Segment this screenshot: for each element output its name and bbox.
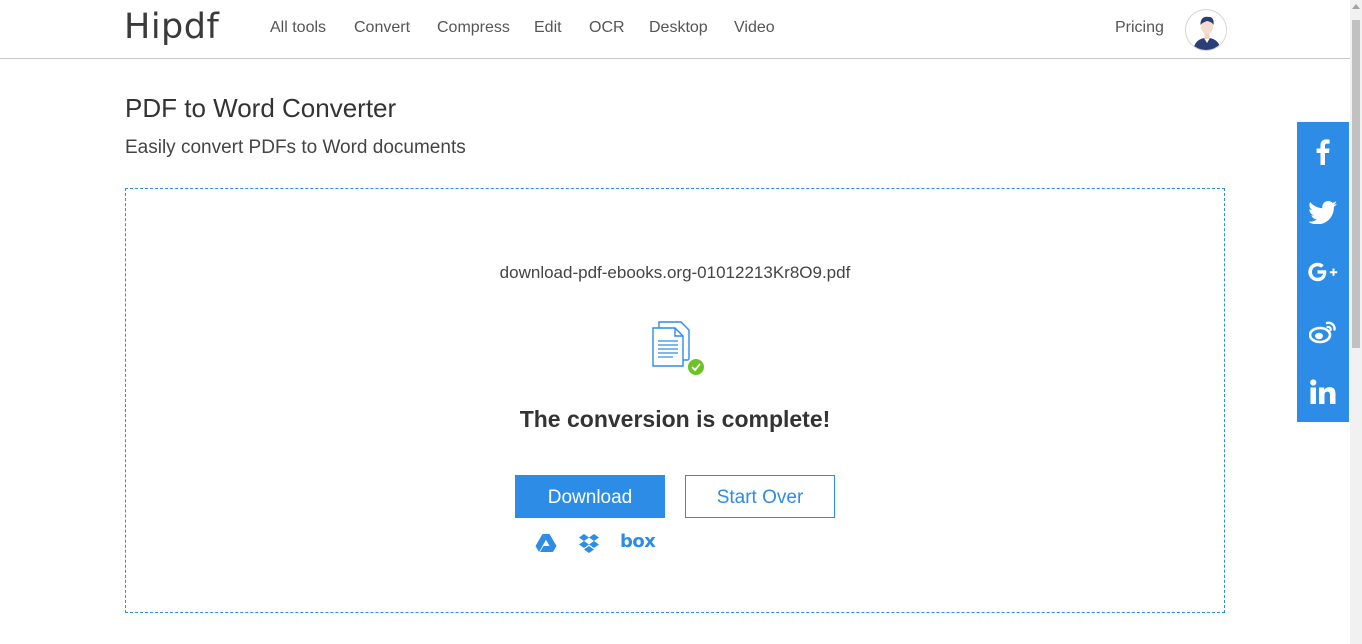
user-avatar-icon[interactable] <box>1185 9 1227 51</box>
file-name: download-pdf-ebooks.org-01012213Kr8O9.pd… <box>499 263 851 282</box>
completion-message: The conversion is complete! <box>519 406 831 432</box>
top-header: Hipdf All tools Convert Compress Edit OC… <box>0 0 1350 59</box>
page-scrollbar[interactable] <box>1350 0 1362 644</box>
page-subtitle: Easily convert PDFs to Word documents <box>125 137 466 158</box>
twitter-icon[interactable] <box>1297 182 1349 242</box>
linkedin-icon[interactable] <box>1297 362 1349 422</box>
nav-all-tools[interactable]: All tools <box>270 18 326 38</box>
nav-ocr[interactable]: OCR <box>589 18 625 38</box>
weibo-icon[interactable] <box>1297 302 1349 362</box>
social-share-bar <box>1297 122 1349 422</box>
start-over-button[interactable]: Start Over <box>685 475 835 518</box>
nav-convert[interactable]: Convert <box>354 18 410 38</box>
nav-edit[interactable]: Edit <box>534 18 562 38</box>
scroll-up-arrow-icon[interactable] <box>1352 4 1360 9</box>
dropbox-icon[interactable] <box>578 531 600 555</box>
conversion-result-panel: download-pdf-ebooks.org-01012213Kr8O9.pd… <box>125 188 1225 613</box>
hipdf-logo[interactable]: Hipdf <box>124 6 219 48</box>
document-check-icon <box>651 316 711 378</box>
box-icon[interactable]: box <box>620 531 656 555</box>
download-button[interactable]: Download <box>515 475 665 518</box>
nav-pricing[interactable]: Pricing <box>1115 18 1164 38</box>
google-plus-icon[interactable] <box>1297 242 1349 302</box>
facebook-icon[interactable] <box>1297 122 1349 182</box>
nav-video[interactable]: Video <box>734 18 775 38</box>
nav-desktop[interactable]: Desktop <box>649 18 708 38</box>
google-drive-icon[interactable] <box>535 531 557 555</box>
page-title: PDF to Word Converter <box>125 93 397 123</box>
scroll-thumb[interactable] <box>1352 20 1360 348</box>
nav-compress[interactable]: Compress <box>437 18 510 38</box>
